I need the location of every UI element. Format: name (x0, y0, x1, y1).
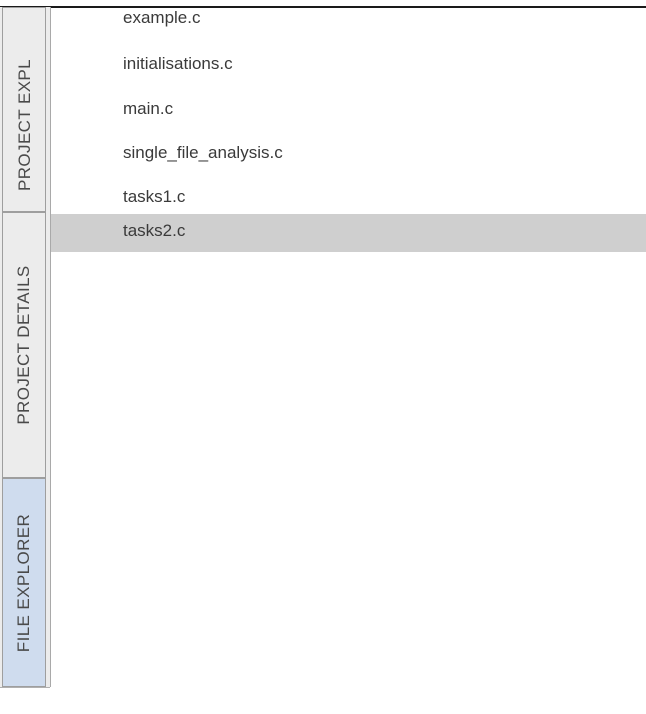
file-item-initialisations[interactable]: initialisations.c (51, 49, 646, 87)
tab-file-explorer[interactable]: FILE EXPLORER (2, 478, 46, 687)
file-explorer-panel: PROJECT EXPL PROJECT DETAILS FILE EXPLOR… (0, 0, 646, 714)
tab-project-explorer[interactable]: PROJECT EXPL (2, 7, 46, 212)
vertical-tab-strip: PROJECT EXPL PROJECT DETAILS FILE EXPLOR… (0, 7, 51, 687)
file-name: tasks1.c (123, 187, 186, 206)
tab-project-details-label: PROJECT DETAILS (14, 265, 33, 425)
tab-file-explorer-label: FILE EXPLORER (14, 513, 33, 652)
file-item-single-file-analysis[interactable]: single_file_analysis.c (51, 138, 646, 176)
file-name: single_file_analysis.c (123, 143, 283, 162)
tab-project-details[interactable]: PROJECT DETAILS (2, 212, 46, 478)
tab-project-explorer-label: PROJECT EXPL (15, 58, 34, 191)
file-name: initialisations.c (123, 54, 233, 73)
file-name: main.c (123, 99, 174, 118)
file-list: example.c initialisations.c main.c singl… (51, 7, 646, 697)
file-name: example.c (123, 8, 201, 27)
tab-strip-bottom-border (0, 687, 50, 688)
file-name: tasks2.c (123, 221, 186, 240)
file-item-main[interactable]: main.c (51, 94, 646, 132)
file-item-tasks2[interactable]: tasks2.c (51, 214, 646, 252)
file-item-example[interactable]: example.c (51, 7, 646, 45)
